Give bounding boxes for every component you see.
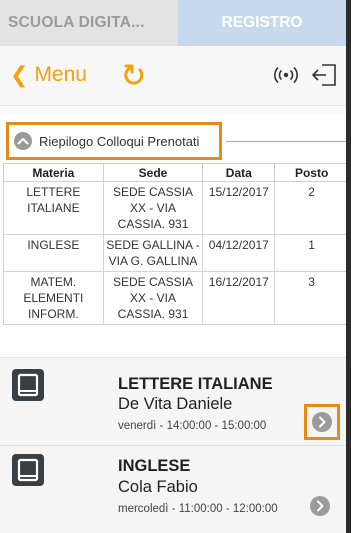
book-icon [12, 454, 44, 486]
nav-bar: ❮ Menu [0, 46, 346, 106]
cell-data: 15/12/2017 [202, 181, 276, 235]
chevron-right-circle-icon [312, 412, 332, 432]
cell-posto: 1 [274, 234, 346, 272]
table-row: INGLESE SEDE GALLINA - VIA G. GALLINA 04… [3, 234, 346, 272]
cell-materia: LETTERE ITALIANE [3, 181, 104, 235]
open-details-button[interactable] [304, 404, 340, 440]
signal-icon[interactable] [272, 65, 300, 85]
tab-registro[interactable]: REGISTRO [178, 0, 346, 46]
column-header-sede: Sede [102, 163, 204, 182]
table-header-row: Materia Sede Data Posto [3, 163, 346, 182]
chevron-left-icon: ❮ [10, 62, 29, 87]
table-row: LETTERE ITALIANE SEDE CASSIA XX - VIA CA… [3, 181, 346, 235]
cell-materia: MATEM. ELEMENTI INFORM. [3, 271, 104, 325]
summary-divider [226, 141, 346, 142]
logout-icon[interactable] [310, 63, 338, 87]
cell-sede: SEDE GALLINA - VIA G. GALLINA [102, 234, 204, 272]
subject-name: LETTERE ITALIANE [118, 375, 273, 393]
summary-title: Riepilogo Colloqui Prenotati [39, 133, 200, 149]
chevron-right-circle-icon [310, 496, 330, 516]
summary-toggle[interactable]: Riepilogo Colloqui Prenotati [6, 122, 222, 160]
cell-posto: 3 [274, 271, 346, 325]
spacer [0, 106, 346, 115]
column-header-posto: Posto [274, 163, 346, 182]
subject-name: INGLESE [118, 457, 191, 475]
teacher-list: LETTERE ITALIANE De Vita Daniele venerdì… [0, 362, 346, 533]
cell-sede: SEDE CASSIA XX - VIA CASSIA. 931 [102, 181, 204, 235]
refresh-icon[interactable] [121, 62, 147, 88]
cell-data: 04/12/2017 [202, 234, 276, 272]
teacher-name: Cola Fabio [118, 478, 198, 496]
cell-data: 16/12/2017 [202, 271, 276, 325]
tab-scuola-digitale[interactable]: SCUOLA DIGITA... [0, 0, 178, 46]
cell-sede: SEDE CASSIA XX - VIA CASSIA. 931 [102, 271, 204, 325]
list-item[interactable]: LETTERE ITALIANE De Vita Daniele venerdì… [0, 362, 346, 446]
time-slot: venerdì - 14:00:00 - 15:00:00 [118, 420, 267, 432]
top-tabs: SCUOLA DIGITA... REGISTRO [0, 0, 346, 46]
teacher-name: De Vita Daniele [118, 395, 233, 413]
column-header-materia: Materia [3, 163, 104, 182]
book-icon [12, 369, 44, 401]
menu-label: Menu [34, 63, 87, 86]
list-item[interactable]: INGLESE Cola Fabio mercoledì - 11:00:00 … [0, 447, 346, 533]
menu-button[interactable]: ❮ Menu [10, 60, 87, 90]
app-screen: SCUOLA DIGITA... REGISTRO ❮ Menu Riepilo… [0, 0, 351, 533]
meetings-table: Materia Sede Data Posto LETTERE ITALIANE… [3, 163, 346, 325]
time-slot: mercoledì - 11:00:00 - 12:00:00 [118, 503, 278, 515]
chevron-up-circle-icon [14, 132, 32, 150]
open-details-button[interactable] [307, 493, 333, 519]
table-row: MATEM. ELEMENTI INFORM. SEDE CASSIA XX -… [3, 271, 346, 325]
booked-meetings-summary: Riepilogo Colloqui Prenotati Materia Sed… [0, 115, 346, 357]
cell-posto: 2 [274, 181, 346, 235]
column-header-data: Data [202, 163, 276, 182]
cell-materia: INGLESE [3, 234, 104, 272]
